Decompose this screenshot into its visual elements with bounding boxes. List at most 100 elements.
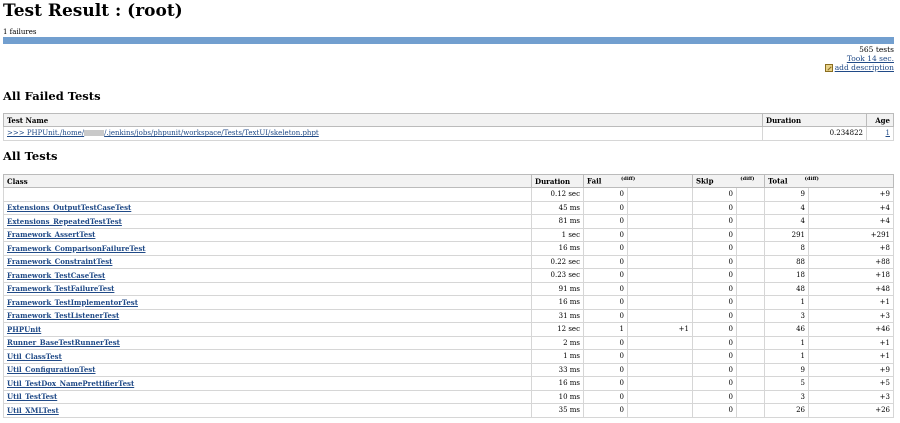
skip-cell: 0 bbox=[692, 362, 737, 377]
duration-cell: 1 sec bbox=[531, 227, 584, 242]
total-diff-cell: +8 bbox=[808, 241, 894, 256]
table-row: Framework_TestListenerTest 31 ms 0 0 3 +3 bbox=[3, 308, 894, 323]
col-total[interactable]: Total (diff) bbox=[764, 174, 894, 188]
failed-test-link[interactable]: >>> PHPUnit./home/ /.jenkins/jobs/phpunit… bbox=[7, 129, 319, 137]
all-tests-header: Class Duration Fail (diff) Skip (diff) T… bbox=[3, 174, 894, 188]
class-link[interactable]: Framework_AssertTest bbox=[7, 230, 95, 239]
class-cell: Framework_AssertTest bbox=[3, 227, 532, 242]
add-description-link[interactable]: add description bbox=[835, 63, 894, 72]
fail-diff-cell bbox=[627, 227, 693, 242]
duration-cell: 0.12 sec bbox=[531, 187, 584, 202]
skip-diff-cell bbox=[736, 254, 765, 269]
fail-diff-cell bbox=[627, 389, 693, 404]
table-row: PHPUnit 12 sec 1 +1 0 46 +46 bbox=[3, 322, 894, 337]
class-link[interactable]: Framework_TestListenerTest bbox=[7, 311, 119, 320]
total-cell: 4 bbox=[764, 200, 809, 215]
total-cell: 3 bbox=[764, 308, 809, 323]
skip-diff-cell bbox=[736, 335, 765, 350]
class-link[interactable]: Extensions_OutputTestCaseTest bbox=[7, 203, 131, 212]
col-duration[interactable]: Duration bbox=[762, 113, 867, 127]
col-duration[interactable]: Duration bbox=[531, 174, 584, 188]
col-skip[interactable]: Skip (diff) bbox=[692, 174, 765, 188]
col-class[interactable]: Class bbox=[3, 174, 532, 188]
col-fail[interactable]: Fail (diff) bbox=[583, 174, 693, 188]
table-row: Util_TestDox_NamePrettifierTest 16 ms 0 0 5 +… bbox=[3, 376, 894, 391]
failed-test-link-prefix: >>> PHPUnit./home/ bbox=[7, 129, 85, 138]
total-diff-cell: +9 bbox=[808, 187, 894, 202]
edit-icon[interactable] bbox=[824, 63, 833, 72]
class-cell: Util_ClassTest bbox=[3, 349, 532, 364]
took-link[interactable]: Took 14 sec. bbox=[847, 54, 894, 63]
class-cell: Util_ConfigurationTest bbox=[3, 362, 532, 377]
table-row: Framework_TestFailureTest 91 ms 0 0 48 +48 bbox=[3, 281, 894, 296]
fail-diff-cell bbox=[627, 362, 693, 377]
total-cell: 26 bbox=[764, 403, 809, 418]
skip-cell: 0 bbox=[692, 254, 737, 269]
skip-diff-cell bbox=[736, 295, 765, 310]
duration-cell: 16 ms bbox=[531, 376, 584, 391]
class-link[interactable]: Framework_TestCaseTest bbox=[7, 271, 105, 280]
skip-diff-cell bbox=[736, 322, 765, 337]
skip-cell: 0 bbox=[692, 389, 737, 404]
test-count: 565 tests bbox=[859, 45, 894, 54]
total-cell: 1 bbox=[764, 295, 809, 310]
col-age[interactable]: Age bbox=[866, 113, 894, 127]
fail-cell: 0 bbox=[583, 295, 628, 310]
class-link[interactable]: Util_ClassTest bbox=[7, 352, 62, 361]
all-tests-table: Class Duration Fail (diff) Skip (diff) T… bbox=[3, 174, 894, 418]
skip-cell: 0 bbox=[692, 335, 737, 350]
total-diff-cell: +18 bbox=[808, 268, 894, 283]
skip-cell: 0 bbox=[692, 403, 737, 418]
duration-cell: 12 sec bbox=[531, 322, 584, 337]
failed-test-row: >>> PHPUnit./home/ /.jenkins/jobs/phpunit… bbox=[3, 126, 894, 141]
class-link[interactable]: Framework_ConstraintTest bbox=[7, 257, 112, 266]
total-cell: 1 bbox=[764, 335, 809, 350]
skip-diff-cell bbox=[736, 214, 765, 229]
total-diff-cell: +1 bbox=[808, 335, 894, 350]
failed-test-link-suffix: /.jenkins/jobs/phpunit/workspace/Tests/T… bbox=[104, 129, 319, 138]
class-link[interactable]: Framework_TestImplementorTest bbox=[7, 298, 138, 307]
class-link[interactable]: Util_XMLTest bbox=[7, 406, 59, 415]
skip-diff-cell bbox=[736, 268, 765, 283]
table-row: 0.12 sec 0 0 9 +9 bbox=[3, 187, 894, 202]
class-cell: Util_TestDox_NamePrettifierTest bbox=[3, 376, 532, 391]
duration-cell: 0.22 sec bbox=[531, 254, 584, 269]
class-link[interactable]: PHPUnit bbox=[7, 325, 41, 334]
total-cell: 5 bbox=[764, 376, 809, 391]
class-link[interactable]: Extensions_RepeatedTestTest bbox=[7, 217, 122, 226]
table-row: Util_XMLTest 35 ms 0 0 26 +26 bbox=[3, 403, 894, 418]
fail-diff-cell bbox=[627, 254, 693, 269]
skip-diff-cell bbox=[736, 281, 765, 296]
total-cell: 1 bbox=[764, 349, 809, 364]
failed-test-name-cell: >>> PHPUnit./home/ /.jenkins/jobs/phpunit… bbox=[3, 126, 763, 141]
skip-diff-cell bbox=[736, 403, 765, 418]
total-cell: 46 bbox=[764, 322, 809, 337]
class-link[interactable]: Framework_TestFailureTest bbox=[7, 284, 114, 293]
class-link[interactable]: Util_TestDox_NamePrettifierTest bbox=[7, 379, 134, 388]
fail-cell: 0 bbox=[583, 241, 628, 256]
failed-test-age-link[interactable]: 1 bbox=[886, 129, 890, 137]
class-link[interactable]: Util_ConfigurationTest bbox=[7, 365, 95, 374]
class-link[interactable]: Runner_BaseTestRunnerTest bbox=[7, 338, 120, 347]
total-cell: 291 bbox=[764, 227, 809, 242]
fail-cell: 0 bbox=[583, 362, 628, 377]
class-cell: Extensions_RepeatedTestTest bbox=[3, 214, 532, 229]
duration-cell: 35 ms bbox=[531, 403, 584, 418]
fail-diff-cell bbox=[627, 376, 693, 391]
total-diff-cell: +26 bbox=[808, 403, 894, 418]
class-cell: Framework_TestImplementorTest bbox=[3, 295, 532, 310]
fail-cell: 0 bbox=[583, 376, 628, 391]
total-cell: 48 bbox=[764, 281, 809, 296]
table-row: Framework_ConstraintTest 0.22 sec 0 0 88 +88 bbox=[3, 254, 894, 269]
failures-count: 1 failures bbox=[3, 28, 37, 36]
col-test-name[interactable]: Test Name bbox=[3, 113, 763, 127]
skip-cell: 0 bbox=[692, 281, 737, 296]
skip-cell: 0 bbox=[692, 349, 737, 364]
fail-diff-cell bbox=[627, 308, 693, 323]
class-link[interactable]: Util_TestTest bbox=[7, 392, 57, 401]
fail-diff-cell bbox=[627, 200, 693, 215]
fail-cell: 0 bbox=[583, 389, 628, 404]
class-link[interactable]: Framework_ComparisonFailureTest bbox=[7, 244, 146, 253]
col-fail-diff: (diff) bbox=[620, 176, 636, 183]
class-cell bbox=[3, 187, 532, 202]
